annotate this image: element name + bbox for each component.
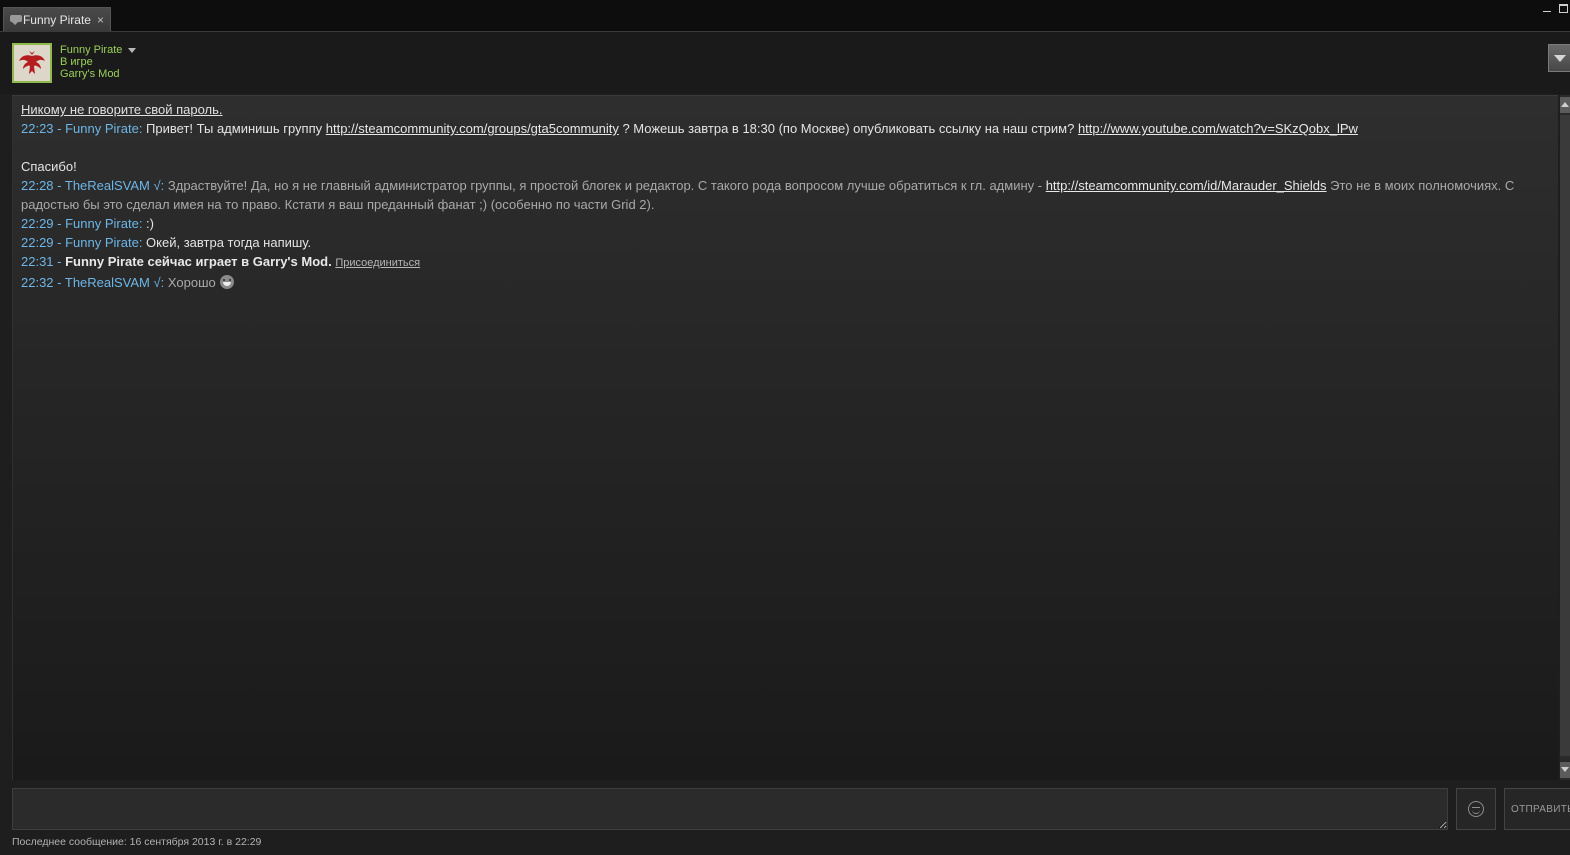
message-time: 22:23	[21, 121, 54, 136]
message-continuation: Спасибо!	[21, 159, 77, 174]
message-sender[interactable]: Funny Pirate	[65, 235, 139, 250]
game-event-message: 22:31 - Funny Pirate сейчас играет в Gar…	[21, 254, 421, 269]
chat-header: Funny Pirate В игре Garry's Mod	[0, 32, 1570, 94]
last-message-status: Последнее сообщение: 16 сентября 2013 г.…	[12, 836, 262, 848]
message-time: 22:29	[21, 216, 54, 231]
message-time: 22:32	[21, 275, 54, 290]
chat-message: 22:23 - Funny Pirate: Привет! Ты админиш…	[21, 121, 1358, 136]
tab-label: Funny Pirate	[22, 12, 91, 27]
send-button[interactable]: ОТПРАВИТЬ	[1504, 788, 1570, 830]
password-warning: Никому не говорите свой пароль.	[21, 102, 223, 117]
chat-bubble-icon	[10, 14, 22, 25]
avatar[interactable]	[12, 43, 52, 83]
title-bar: Funny Pirate ×	[0, 0, 1570, 32]
maximize-icon[interactable]	[1558, 2, 1568, 14]
message-time: 22:28	[21, 178, 54, 193]
window-controls	[1542, 2, 1568, 14]
chat-message: 22:28 - TheRealSVAM √: Здраствуйте! Да, …	[21, 178, 1515, 212]
friend-game: Garry's Mod	[60, 68, 120, 80]
scroll-down-icon[interactable]	[1560, 762, 1570, 778]
red-bird-emblem-icon	[19, 51, 45, 74]
grin-emoticon-icon	[219, 275, 234, 289]
chat-message: 22:29 - Funny Pirate: :)	[21, 216, 154, 231]
message-sender[interactable]: TheRealSVAM √	[65, 275, 161, 290]
message-link[interactable]: http://steamcommunity.com/groups/gta5com…	[326, 121, 619, 136]
scroll-thumb[interactable]	[1560, 115, 1570, 756]
options-dropdown-button[interactable]	[1548, 44, 1570, 72]
chat-message: 22:29 - Funny Pirate: Окей, завтра тогда…	[21, 235, 312, 250]
scroll-up-icon[interactable]	[1560, 97, 1570, 113]
chat-message: 22:32 - TheRealSVAM √: Хорошо	[21, 273, 1550, 292]
chevron-down-icon[interactable]	[128, 47, 137, 53]
emoticon-button[interactable]	[1456, 788, 1496, 830]
tab-close-icon[interactable]: ×	[97, 14, 104, 26]
message-time: 22:31	[21, 254, 54, 269]
message-time: 22:29	[21, 235, 54, 250]
join-game-link[interactable]: Присоединиться	[335, 257, 420, 269]
tab-funny-pirate[interactable]: Funny Pirate ×	[3, 7, 111, 31]
friend-status: В игре	[60, 56, 93, 68]
message-sender[interactable]: Funny Pirate	[65, 121, 139, 136]
smiley-icon	[1468, 801, 1484, 817]
game-event-text: Funny Pirate сейчас играет в Garry's Mod…	[65, 254, 332, 269]
minimize-icon[interactable]	[1542, 2, 1552, 14]
message-input-container	[12, 788, 1448, 830]
message-link[interactable]: http://steamcommunity.com/id/Marauder_Sh…	[1046, 178, 1327, 193]
friend-name[interactable]: Funny Pirate	[60, 44, 122, 56]
message-input[interactable]	[13, 789, 1447, 829]
chat-scrollbar[interactable]	[1560, 95, 1570, 780]
message-sender[interactable]: Funny Pirate	[65, 216, 139, 231]
message-link[interactable]: http://www.youtube.com/watch?v=SKzQobx_l…	[1078, 121, 1358, 136]
chat-log: Никому не говорите свой пароль. 22:23 - …	[12, 95, 1558, 780]
message-sender[interactable]: TheRealSVAM √	[65, 178, 161, 193]
friend-info: Funny Pirate В игре Garry's Mod	[60, 44, 137, 80]
chevron-down-icon	[1553, 54, 1566, 62]
